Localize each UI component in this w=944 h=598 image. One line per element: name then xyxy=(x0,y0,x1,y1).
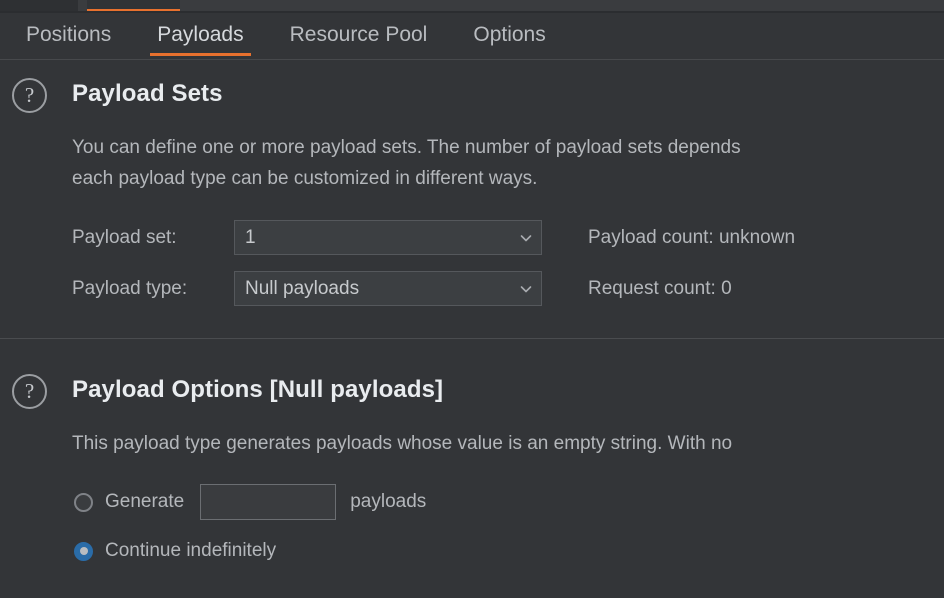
tab-positions-label: Positions xyxy=(26,23,112,46)
payload-sets-title: Payload Sets xyxy=(72,80,223,107)
continue-indefinitely-row: Continue indefinitely xyxy=(74,533,426,569)
tab-resource-pool[interactable]: Resource Pool xyxy=(276,13,442,60)
continue-indefinitely-radio[interactable] xyxy=(74,541,93,561)
payload-set-row: Payload set: 1 xyxy=(72,220,542,255)
payload-type-label: Payload type: xyxy=(72,277,188,299)
section-divider xyxy=(0,338,944,339)
continue-indefinitely-label: Continue indefinitely xyxy=(105,540,277,561)
tab-payloads[interactable]: Payloads xyxy=(143,13,257,60)
generate-suffix-label: payloads xyxy=(350,491,427,512)
payload-options-description: This payload type generates payloads who… xyxy=(72,433,733,454)
generate-option-row: Generate payloads xyxy=(74,484,426,520)
payload-options-radio-group: Generate payloads Continue indefinitely xyxy=(74,484,426,582)
help-icon-glyph: ? xyxy=(24,379,35,403)
payload-counts: Payload count: unknown Request count: 0 xyxy=(588,220,795,322)
payload-set-value: 1 xyxy=(245,226,256,248)
tab-bar-divider xyxy=(0,59,944,60)
payload-type-value: Null payloads xyxy=(245,277,360,299)
chevron-down-icon xyxy=(511,281,541,297)
payload-type-row: Payload type: Null payloads xyxy=(72,271,542,306)
tab-resource-pool-label: Resource Pool xyxy=(289,23,428,46)
generate-label: Generate xyxy=(105,491,185,512)
payload-set-label: Payload set: xyxy=(72,226,177,248)
tab-options-label: Options xyxy=(473,23,546,46)
payload-sets-description: You can define one or more payload sets.… xyxy=(72,137,741,189)
tab-positions[interactable]: Positions xyxy=(12,13,125,60)
payload-set-dropdown[interactable]: 1 xyxy=(234,220,542,255)
generate-count-input[interactable] xyxy=(200,484,337,520)
payload-type-dropdown[interactable]: Null payloads xyxy=(234,271,542,306)
help-icon[interactable]: ? xyxy=(12,374,47,409)
tab-payloads-label: Payloads xyxy=(157,23,244,46)
help-icon-glyph: ? xyxy=(24,83,35,107)
generate-radio[interactable] xyxy=(74,492,93,512)
window-tab-strip xyxy=(0,0,944,13)
payload-count-text: Payload count: unknown xyxy=(588,227,796,248)
help-icon[interactable]: ? xyxy=(12,78,47,113)
payload-options-title: Payload Options [Null payloads] xyxy=(72,376,444,403)
tab-options[interactable]: Options xyxy=(459,13,559,60)
request-count-text: Request count: 0 xyxy=(588,278,732,299)
main-tab-bar: Positions Payloads Resource Pool Options xyxy=(0,13,944,60)
chevron-down-icon xyxy=(511,230,541,246)
payload-sets-form: Payload set: 1 Payload type: Null payloa… xyxy=(72,220,542,322)
